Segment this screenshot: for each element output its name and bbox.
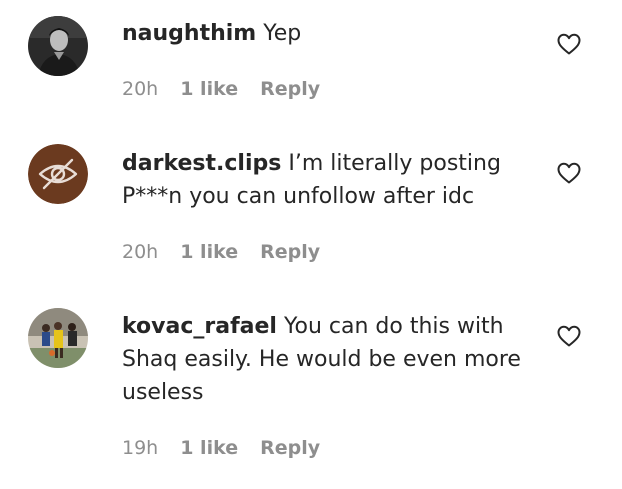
- comment-meta: 20h 1 like Reply: [122, 77, 320, 101]
- avatar[interactable]: [28, 308, 88, 368]
- comment-text: naughthim Yep: [122, 17, 532, 50]
- reply-button[interactable]: Reply: [260, 436, 320, 460]
- reply-button[interactable]: Reply: [260, 77, 320, 101]
- comment-text: kovac_rafael You can do this with Shaq e…: [122, 310, 532, 409]
- comment-meta: 20h 1 like Reply: [122, 240, 320, 264]
- comment-likes[interactable]: 1 like: [180, 77, 238, 101]
- heart-outline-icon[interactable]: [556, 32, 582, 56]
- comment-text: darkest.clips I’m literally posting P***…: [122, 147, 532, 213]
- comment-meta: 19h 1 like Reply: [122, 436, 320, 460]
- avatar[interactable]: [28, 144, 88, 204]
- comment-username[interactable]: naughthim: [122, 21, 256, 46]
- avatar-photo: [28, 16, 88, 76]
- comment-likes[interactable]: 1 like: [180, 436, 238, 460]
- comment-time: 20h: [122, 78, 159, 100]
- avatar-photo: [28, 308, 88, 368]
- heart-outline-icon[interactable]: [556, 161, 582, 185]
- eye-slash-icon: [28, 144, 88, 204]
- comment-time: 19h: [122, 437, 159, 459]
- comment-body: Yep: [263, 21, 302, 46]
- avatar[interactable]: [28, 16, 88, 76]
- comment-username[interactable]: darkest.clips: [122, 151, 281, 176]
- comment-time: 20h: [122, 241, 159, 263]
- comment-username[interactable]: kovac_rafael: [122, 314, 277, 339]
- reply-button[interactable]: Reply: [260, 240, 320, 264]
- comment-likes[interactable]: 1 like: [180, 240, 238, 264]
- heart-outline-icon[interactable]: [556, 324, 582, 348]
